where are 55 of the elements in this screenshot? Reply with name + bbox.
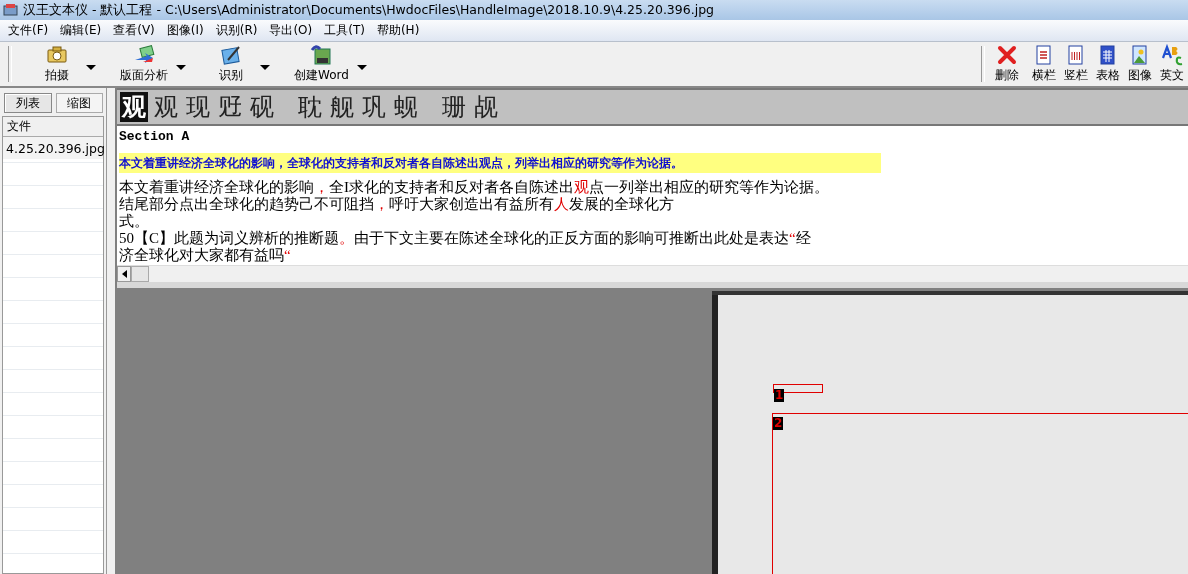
camera-icon: [46, 44, 68, 66]
abc-icon: [1161, 44, 1183, 66]
scrollbar-thumb[interactable]: [131, 266, 149, 282]
candidate-character[interactable]: 耽: [296, 92, 324, 122]
candidate-character[interactable]: 观: [152, 92, 180, 122]
candidate-character[interactable]: 砚: [248, 92, 276, 122]
app-icon: [3, 3, 19, 17]
menu-item[interactable]: 导出(O): [263, 22, 319, 39]
toolbar-button[interactable]: 版面分析: [116, 43, 172, 85]
menu-item[interactable]: 识别(R): [209, 22, 264, 39]
window-title: 汉王文本仪 - 默认工程 - C:\Users\Administrator\Documents\HwdocFiles\HandleImage\2018.10.9\4.25.20.396.jpg: [23, 1, 715, 19]
dropdown-caret-icon[interactable]: [176, 64, 186, 70]
text-line: 本文着重讲经济全球化的影响，全I求化的支持者和反对者各自陈述出观点一列举出相应的研究等作为论据。: [119, 179, 829, 196]
dropdown-caret-icon[interactable]: [356, 64, 367, 70]
candidate-character[interactable]: 蚬: [392, 92, 420, 122]
dropdown-caret-icon[interactable]: [260, 64, 270, 70]
panel-tab[interactable]: 缩图: [55, 93, 103, 113]
candidate-character[interactable]: 巩: [360, 92, 388, 122]
candidate-character[interactable]: 现: [184, 92, 212, 122]
word-document-icon: [310, 44, 333, 66]
candidate-character[interactable]: 珊: [440, 92, 468, 122]
text-line: 济全球化对大家都有益吗“: [119, 247, 291, 264]
toolbar-button[interactable]: 图像: [1124, 43, 1156, 85]
toolbar-button[interactable]: 识别: [206, 43, 256, 85]
text-line: 结尾部分点出全球化的趋势己不可阻挡，呼吁大家创造出有益所有人发展的全球化方: [119, 196, 674, 213]
region-number: 2: [773, 417, 784, 430]
candidate-character[interactable]: 觇: [472, 92, 500, 122]
panel-tab[interactable]: 列表: [4, 93, 52, 113]
menu-item[interactable]: 工具(T): [318, 22, 371, 39]
candidate-character[interactable]: 觃: [216, 92, 244, 122]
toolbar-button[interactable]: 竖栏: [1060, 43, 1092, 85]
text-line: 50【C】此题为词义辨析的推断题。由于下文主要在陈述全球化的正反方面的影响可推断出此处是表达“经: [119, 230, 811, 247]
menu-item[interactable]: 查看(V): [107, 22, 161, 39]
toolbar-button[interactable]: 表格: [1092, 43, 1124, 85]
section-heading: Section A: [119, 128, 190, 145]
menu-item[interactable]: 帮助(H): [370, 22, 426, 39]
toolbar-button[interactable]: 英文: [1156, 43, 1188, 85]
column-header[interactable]: 文件: [3, 117, 103, 137]
menu-item[interactable]: 图像(I): [160, 22, 210, 39]
text-line: 式。: [119, 213, 149, 230]
toolbar-button[interactable]: 删除: [991, 43, 1023, 85]
document-pen-icon: [220, 44, 242, 66]
menu-item[interactable]: 编辑(E): [54, 22, 108, 39]
toolbar-button[interactable]: 横栏: [1028, 43, 1060, 85]
candidate-character[interactable]: 观: [120, 92, 148, 122]
left-arrow-icon: [121, 270, 127, 278]
region-number: 1: [774, 389, 785, 402]
dropdown-caret-icon[interactable]: [86, 64, 96, 70]
scroll-left-button[interactable]: [117, 266, 131, 282]
file-list-item[interactable]: 4.25.20.396.jpg: [3, 137, 103, 159]
toolbar-button[interactable]: 拍摄: [32, 43, 82, 85]
toolbar-button[interactable]: 创建Word: [290, 43, 353, 85]
candidate-character[interactable]: 舰: [328, 92, 356, 122]
cross-icon: [996, 44, 1018, 66]
menu-item[interactable]: 文件(F): [2, 22, 55, 39]
